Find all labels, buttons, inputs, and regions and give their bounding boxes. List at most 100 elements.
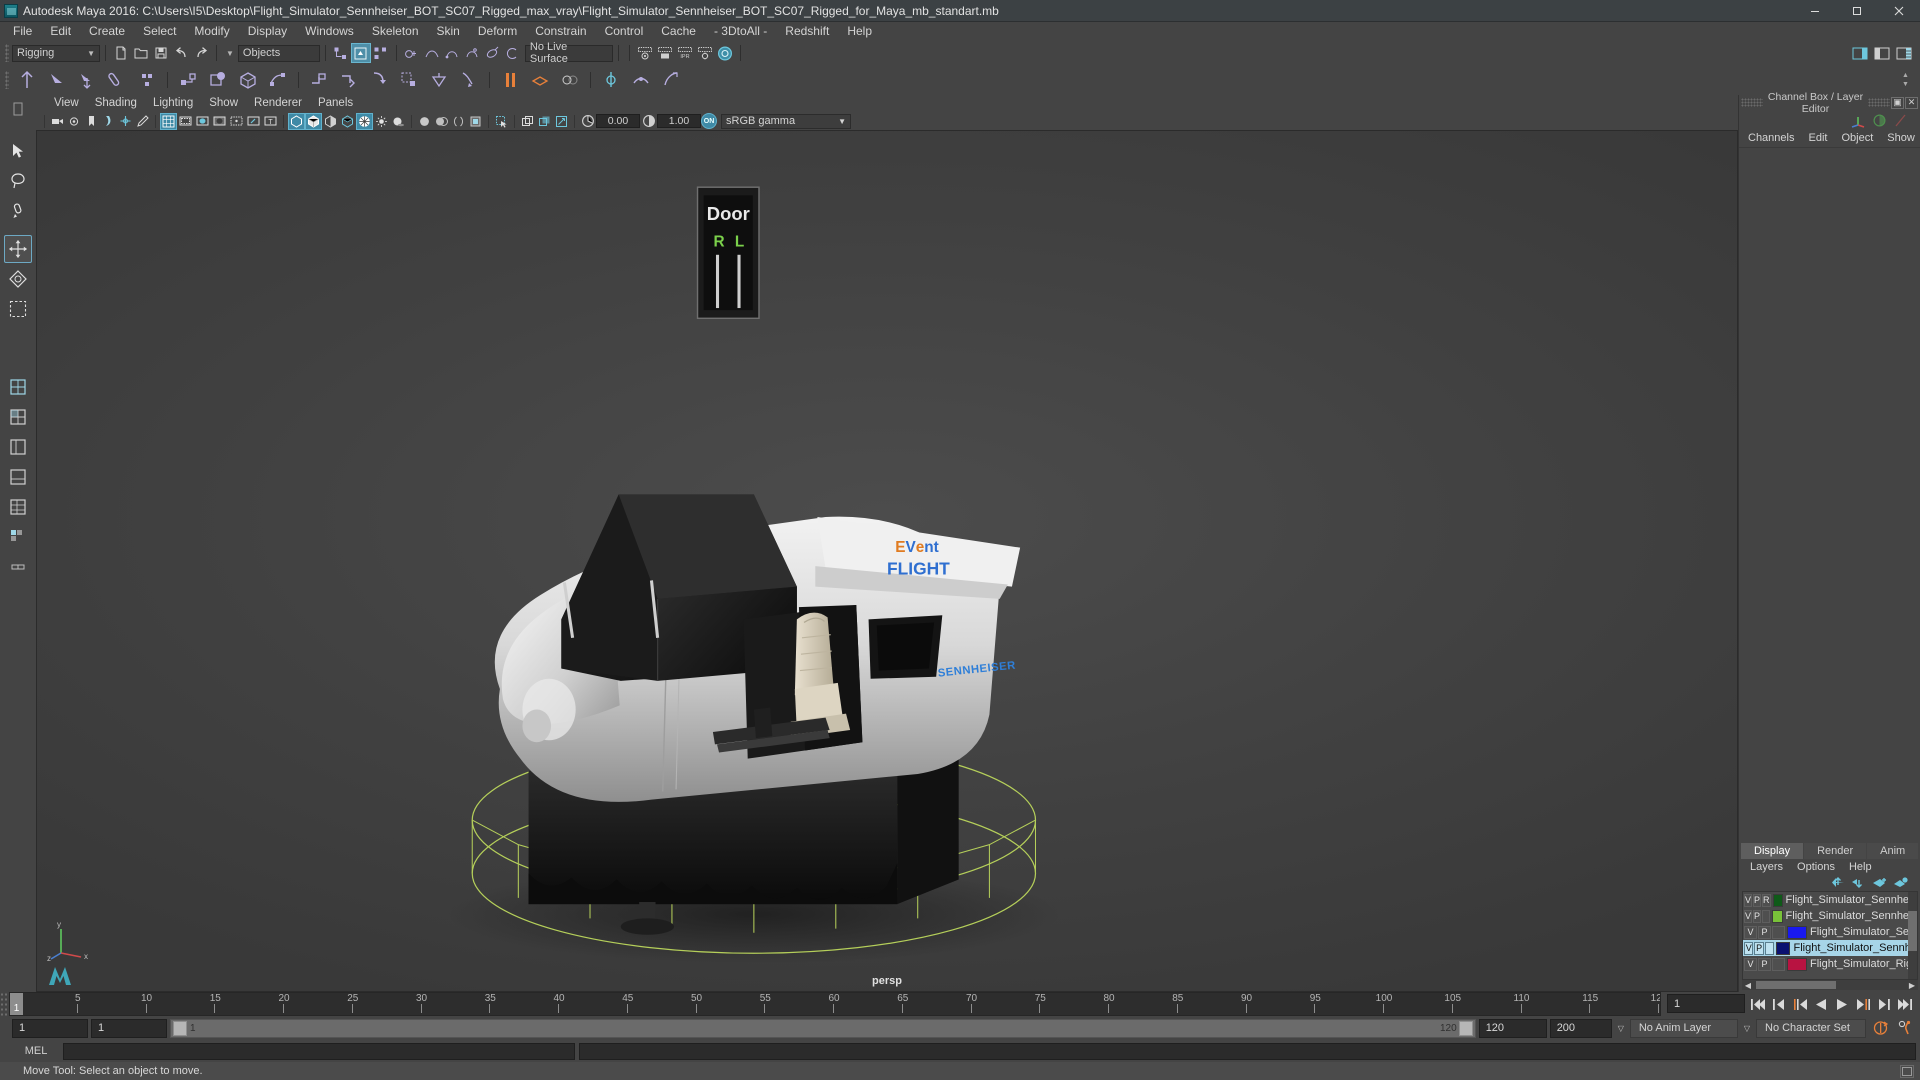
lattice-icon[interactable] xyxy=(334,66,364,94)
single-perspective-layout-button[interactable] xyxy=(4,373,32,401)
layer-row-1[interactable]: V P Flight_Simulator_Sennheis xyxy=(1743,908,1917,924)
anim-layer-combo[interactable]: No Anim Layer xyxy=(1629,1018,1738,1038)
viewport-snapshot-icon[interactable] xyxy=(553,113,570,130)
range-start-inner-field[interactable]: 1 xyxy=(91,1018,167,1038)
blend-shape-icon[interactable] xyxy=(304,66,334,94)
deformer-handle-icon[interactable] xyxy=(596,66,626,94)
paint-select-tool-button[interactable] xyxy=(4,197,32,225)
menu-help[interactable]: Help xyxy=(838,22,881,41)
layer-reference-toggle[interactable]: R xyxy=(1762,893,1771,907)
layer-visibility-toggle[interactable]: V xyxy=(1744,941,1754,955)
aim-constraint-icon[interactable] xyxy=(263,66,293,94)
hypershade-button[interactable] xyxy=(715,43,735,63)
layers-menu[interactable]: Layers xyxy=(1743,859,1790,875)
time-slider-grip[interactable] xyxy=(0,992,9,1016)
select-tool-button[interactable] xyxy=(4,137,32,165)
undo-button[interactable] xyxy=(171,43,191,63)
snap-grid-button[interactable] xyxy=(402,43,422,63)
panel-menu-view[interactable]: View xyxy=(46,95,87,112)
animation-layer-icon[interactable] xyxy=(525,66,555,94)
panel-undock-button[interactable]: ▣ xyxy=(1891,96,1904,109)
display-uv-icon[interactable] xyxy=(519,113,536,130)
smooth-shade-all-icon[interactable] xyxy=(305,112,322,130)
menu-select[interactable]: Select xyxy=(134,22,185,41)
character-set-chevron-icon[interactable]: ▽ xyxy=(1741,1024,1753,1033)
lasso-tool-button[interactable] xyxy=(4,167,32,195)
time-slider[interactable]: 1 5 10 15 20 25 30 35 40 45 50 55 60 65 70 75 80 85 90 95 1… xyxy=(9,992,1661,1016)
layer-visibility-toggle[interactable]: V xyxy=(1744,925,1757,939)
sidebar-tool-settings-button[interactable] xyxy=(1872,43,1892,63)
layer-reference-toggle[interactable] xyxy=(1762,909,1770,923)
layer-list-vertical-scrollbar[interactable] xyxy=(1908,892,1917,979)
scroll-left-icon[interactable]: ◀ xyxy=(1742,981,1754,990)
character-set-combo[interactable]: No Character Set xyxy=(1756,1018,1866,1038)
rotate-tool-button[interactable] xyxy=(4,265,32,293)
object-menu[interactable]: Object xyxy=(1834,130,1880,147)
menu-display[interactable]: Display xyxy=(239,22,296,41)
ambient-occlusion-icon[interactable] xyxy=(416,113,433,130)
statusline-grip[interactable] xyxy=(5,44,9,62)
menu-3dtoall[interactable]: - 3DtoAll - xyxy=(705,22,776,41)
menu-windows[interactable]: Windows xyxy=(296,22,363,41)
sidebar-attribute-editor-button[interactable] xyxy=(1850,43,1870,63)
layer-playback-toggle[interactable]: P xyxy=(1754,941,1764,955)
playback-end-field[interactable]: 200 xyxy=(1549,1018,1612,1038)
resolution-gate-icon[interactable] xyxy=(194,113,211,130)
command-language-label[interactable]: MEL xyxy=(13,1045,59,1057)
render-current-frame-button[interactable] xyxy=(635,43,655,63)
ipr-render-button[interactable]: IPR xyxy=(675,43,695,63)
wireframe-shading-icon[interactable] xyxy=(288,112,305,130)
layer-playback-toggle[interactable]: P xyxy=(1753,893,1762,907)
step-forward-frame-button[interactable] xyxy=(1854,994,1872,1014)
range-left-handle[interactable] xyxy=(173,1020,187,1036)
manipulator-axes-icon[interactable] xyxy=(1851,113,1866,128)
tab-display[interactable]: Display xyxy=(1741,843,1804,859)
current-frame-field[interactable]: 1 xyxy=(1667,994,1745,1013)
step-forward-key-button[interactable] xyxy=(1875,994,1893,1014)
menu-cache[interactable]: Cache xyxy=(652,22,705,41)
snap-point-button[interactable] xyxy=(442,43,462,63)
text-annotation-icon[interactable]: T xyxy=(262,113,279,130)
soft-modification-icon[interactable] xyxy=(424,66,454,94)
layer-playback-toggle[interactable]: P xyxy=(1758,925,1771,939)
shelf-scroll-down-icon[interactable]: ▼ xyxy=(1902,81,1909,88)
menu-file[interactable]: File xyxy=(4,22,41,41)
layer-row-3[interactable]: V P Flight_Simulator_Sennhe xyxy=(1743,940,1917,956)
ghost-icon[interactable] xyxy=(555,66,585,94)
selection-mask-chevron-icon[interactable]: ▼ xyxy=(222,49,238,58)
hypershade-layout-button[interactable] xyxy=(4,493,32,521)
muscle-icon[interactable] xyxy=(626,66,656,94)
redo-button[interactable] xyxy=(191,43,211,63)
flat-shade-icon[interactable] xyxy=(339,113,356,130)
menu-control[interactable]: Control xyxy=(596,22,653,41)
play-forwards-button[interactable] xyxy=(1833,994,1851,1014)
xray-icon[interactable] xyxy=(245,113,262,130)
layer-color-swatch[interactable] xyxy=(1787,925,1807,939)
layer-list-horizontal-scrollbar[interactable]: ◀ ▶ xyxy=(1742,980,1918,990)
image-plane-icon[interactable] xyxy=(100,113,117,130)
move-layer-down-icon[interactable] xyxy=(1852,877,1866,888)
go-to-start-button[interactable] xyxy=(1749,994,1767,1014)
persp-outliner-layout-button[interactable] xyxy=(4,523,32,551)
options-menu[interactable]: Options xyxy=(1790,859,1842,875)
new-scene-button[interactable] xyxy=(111,43,131,63)
layer-color-swatch[interactable] xyxy=(1787,957,1807,971)
time-cursor[interactable]: 1 xyxy=(10,993,23,1015)
snap-projected-button[interactable] xyxy=(462,43,482,63)
channels-menu[interactable]: Channels xyxy=(1741,130,1801,147)
hierarchy-mode-button[interactable] xyxy=(331,43,351,63)
save-scene-button[interactable] xyxy=(151,43,171,63)
motion-blur-icon[interactable] xyxy=(433,113,450,130)
layer-playback-toggle[interactable]: P xyxy=(1758,957,1771,971)
layer-visibility-toggle[interactable]: V xyxy=(1744,909,1753,923)
shelf-grip[interactable] xyxy=(5,71,9,89)
orient-constraint-icon[interactable] xyxy=(233,66,263,94)
component-mode-button[interactable] xyxy=(371,43,391,63)
layer-reference-toggle[interactable] xyxy=(1772,957,1785,971)
menu-skin[interactable]: Skin xyxy=(428,22,469,41)
layer-row-4[interactable]: V P Flight_Simulator_Rig xyxy=(1743,956,1917,972)
snap-curve-button[interactable] xyxy=(422,43,442,63)
tab-anim[interactable]: Anim xyxy=(1867,843,1919,859)
render-sequence-button[interactable] xyxy=(655,43,675,63)
selection-mask-combo[interactable]: Objects xyxy=(237,44,320,62)
